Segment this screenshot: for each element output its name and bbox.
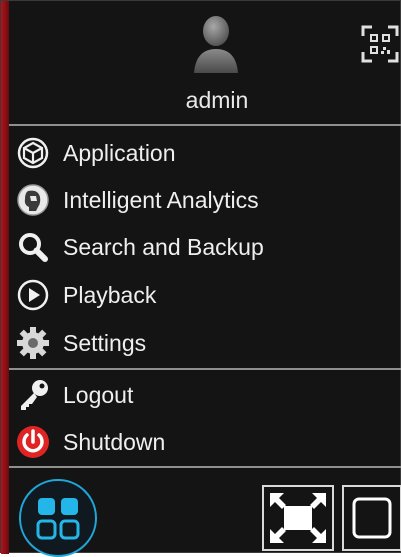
cube-icon [15, 135, 51, 171]
menu-label-application: Application [63, 139, 176, 166]
menu-item-logout[interactable]: Logout [9, 372, 401, 418]
expand-arrows-icon [270, 493, 326, 543]
menu-item-settings[interactable]: Settings [9, 320, 401, 366]
search-icon [15, 229, 51, 265]
divider-top [9, 124, 401, 126]
fullscreen-button[interactable] [262, 485, 334, 551]
gear-icon [15, 325, 51, 361]
play-circle-icon [15, 277, 51, 313]
menu-label-search-and-backup: Search and Backup [63, 233, 264, 260]
bottom-toolbar [9, 469, 401, 557]
divider-middle [9, 368, 401, 370]
menu-label-settings: Settings [63, 329, 147, 356]
qr-scan-icon [361, 25, 399, 63]
menu-label-logout: Logout [63, 381, 134, 408]
single-screen-icon [352, 497, 392, 539]
qr-code-button[interactable] [361, 25, 399, 63]
single-view-button[interactable] [342, 485, 401, 551]
username-label: admin [185, 87, 249, 113]
menu-label-shutdown: Shutdown [63, 428, 166, 455]
red-edge-strip [1, 1, 9, 554]
app-grid-button[interactable] [19, 479, 97, 557]
menu-item-search-and-backup[interactable]: Search and Backup [9, 224, 401, 270]
grid-apps-icon [36, 498, 80, 540]
power-icon [15, 424, 51, 460]
menu-item-playback[interactable]: Playback [9, 272, 401, 318]
menu-item-application[interactable]: Application [9, 130, 401, 176]
menu-item-intelligent-analytics[interactable]: Intelligent Analytics [9, 177, 401, 223]
main-menu-panel: admin Application Intelligent Analytics … [0, 0, 401, 557]
face-analytics-icon [15, 182, 51, 218]
user-block: admin [9, 1, 401, 123]
divider-bottom [9, 466, 401, 468]
menu-label-intelligent-analytics: Intelligent Analytics [63, 186, 259, 213]
key-icon [15, 377, 51, 413]
menu-label-playback: Playback [63, 281, 157, 308]
menu-item-shutdown[interactable]: Shutdown [9, 419, 401, 465]
user-avatar-icon [192, 13, 240, 75]
